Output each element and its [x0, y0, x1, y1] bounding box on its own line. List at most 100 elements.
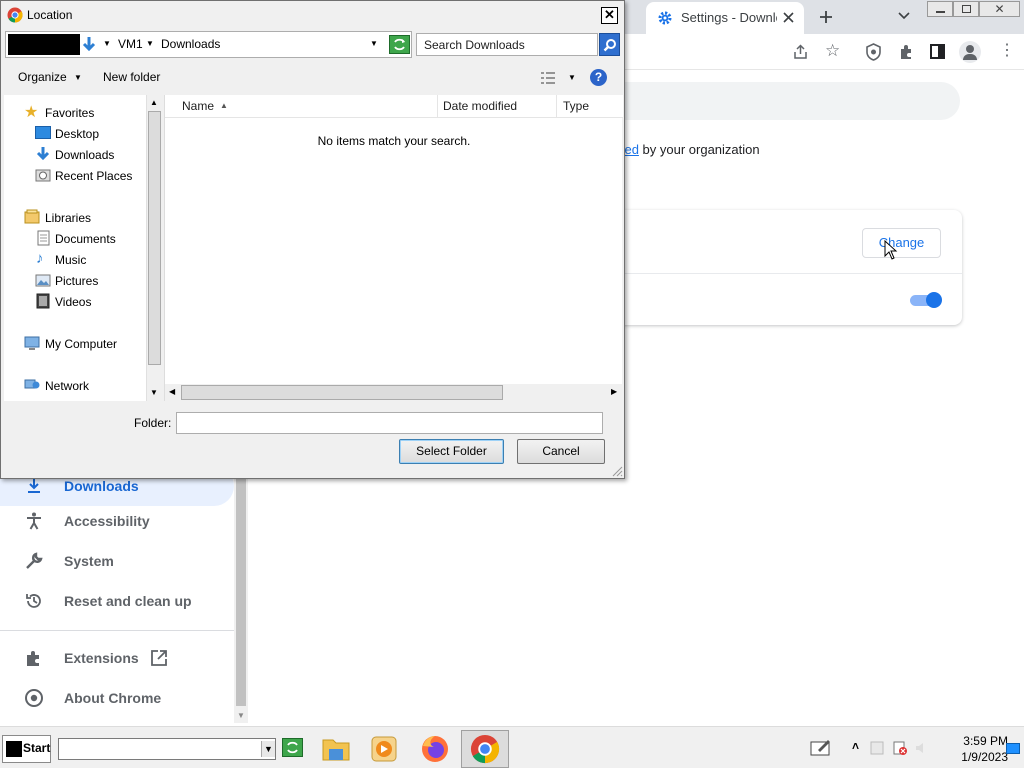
computer-icon	[24, 336, 40, 350]
share-icon[interactable]	[793, 44, 810, 60]
search-icon	[603, 39, 616, 52]
nav-recent-places[interactable]: Recent Places	[55, 169, 132, 183]
pen-tablet-icon[interactable]	[810, 738, 832, 756]
clock-date[interactable]: 1/9/2023	[948, 750, 1008, 764]
horizontal-scrollbar[interactable]: ◀ ▶	[165, 384, 623, 401]
column-name[interactable]: Name	[182, 99, 214, 113]
sidebar-item-system[interactable]: System	[0, 541, 234, 581]
bookmark-star-icon[interactable]: ☆	[825, 41, 840, 61]
tab-close-icon[interactable]	[783, 12, 794, 23]
nav-pictures[interactable]: Pictures	[55, 274, 98, 288]
dropdown-arrow-icon[interactable]: ▼	[261, 741, 275, 757]
scroll-left-icon[interactable]: ◀	[169, 387, 175, 396]
sidebar-scrollbar[interactable]: ▼	[234, 478, 248, 723]
column-type[interactable]: Type	[563, 99, 589, 113]
breadcrumb-chevron-icon[interactable]: ▼	[103, 39, 111, 48]
restore-button[interactable]	[953, 1, 979, 17]
nav-downloads[interactable]: Downloads	[55, 148, 114, 162]
file-explorer-icon[interactable]	[318, 732, 354, 766]
cancel-button[interactable]: Cancel	[517, 439, 605, 464]
nav-videos[interactable]: Videos	[55, 295, 91, 309]
taskbar: Start ▼ ˄ 3:59 PM 1/9/2023	[0, 726, 1024, 768]
scrollbar-thumb[interactable]	[148, 111, 161, 365]
tray-security-icon[interactable]	[892, 740, 908, 756]
settings-search-field[interactable]	[600, 82, 960, 120]
go-refresh-icon[interactable]	[282, 738, 303, 757]
clock-time[interactable]: 3:59 PM	[948, 734, 1008, 748]
nav-desktop[interactable]: Desktop	[55, 127, 99, 141]
column-date-modified[interactable]: Date modified	[443, 99, 517, 113]
show-desktop-icon[interactable]	[1006, 743, 1020, 754]
extensions-puzzle-icon	[27, 651, 39, 666]
nav-documents[interactable]: Documents	[55, 232, 116, 246]
extensions-puzzle-icon[interactable]	[898, 43, 915, 60]
nav-favorites[interactable]: Favorites	[45, 106, 94, 120]
minimize-button[interactable]	[927, 1, 953, 17]
chrome-taskbar-button[interactable]	[461, 730, 509, 768]
window-close-button[interactable]: ✕	[979, 1, 1020, 17]
ask-where-to-save-toggle[interactable]	[910, 292, 942, 308]
star-icon: ★	[24, 104, 39, 121]
nav-music[interactable]: Music	[55, 253, 86, 267]
view-dropdown-icon[interactable]: ▼	[568, 73, 576, 82]
scroll-right-icon[interactable]: ▶	[611, 387, 617, 396]
side-panel-icon[interactable]	[930, 44, 945, 59]
organize-button[interactable]: Organize	[18, 70, 67, 84]
scrollbar-thumb[interactable]	[181, 385, 503, 400]
taskbar-address-input[interactable]: ▼	[58, 738, 276, 760]
search-input[interactable]: Search Downloads	[416, 33, 598, 56]
nav-scrollbar[interactable]: ▲ ▼	[146, 95, 162, 401]
column-separator[interactable]	[437, 95, 438, 118]
new-folder-button[interactable]: New folder	[103, 70, 160, 84]
start-button[interactable]: Start	[2, 735, 51, 763]
wrench-icon	[26, 552, 43, 569]
menu-kebab-icon[interactable]: ⋮	[999, 42, 1015, 60]
new-tab-icon[interactable]	[819, 10, 833, 24]
breadcrumb-chevron-icon[interactable]: ▼	[146, 39, 154, 48]
change-location-button[interactable]: Change	[862, 228, 941, 258]
gear-icon	[658, 11, 672, 25]
refresh-icon	[389, 35, 410, 54]
nav-network[interactable]: Network	[45, 379, 89, 393]
desktop-icon	[35, 126, 51, 139]
help-icon[interactable]: ?	[590, 69, 607, 86]
scrollbar-thumb[interactable]	[236, 478, 246, 706]
empty-message: No items match your search.	[317, 134, 471, 148]
nav-libraries[interactable]: Libraries	[45, 211, 91, 225]
view-details-icon[interactable]	[540, 71, 556, 85]
column-separator[interactable]	[556, 95, 557, 118]
sidebar-item-about-chrome[interactable]: About Chrome	[0, 678, 234, 718]
extension-shield-icon[interactable]	[865, 43, 882, 61]
sidebar-item-reset[interactable]: Reset and clean up	[0, 581, 234, 621]
select-folder-button[interactable]: Select Folder	[399, 439, 504, 464]
sidebar-item-label: System	[64, 553, 114, 569]
sidebar-item-extensions[interactable]: Extensions	[0, 638, 234, 678]
address-dropdown-icon[interactable]: ▼	[370, 39, 378, 48]
pictures-icon	[35, 274, 51, 287]
dialog-close-button[interactable]: ✕	[601, 7, 618, 24]
chrome-logo-icon	[470, 734, 500, 764]
breadcrumb-item[interactable]: Downloads	[161, 37, 220, 51]
address-breadcrumb[interactable]: ▼ VM1 ▼ Downloads ▼	[5, 31, 412, 58]
tray-volume-icon[interactable]	[914, 741, 928, 755]
scroll-up-icon[interactable]: ▲	[150, 98, 158, 107]
refresh-button[interactable]	[389, 35, 410, 54]
profile-avatar-icon[interactable]	[959, 41, 981, 63]
nav-my-computer[interactable]: My Computer	[45, 337, 117, 351]
resize-grip-icon[interactable]	[611, 465, 623, 477]
tab-settings[interactable]: Settings - Downlo	[646, 2, 804, 34]
column-headers: Name ▲ Date modified Type	[165, 95, 623, 118]
mouse-cursor-icon	[884, 240, 898, 260]
tray-expand-icon[interactable]: ˄	[852, 739, 859, 753]
firefox-icon[interactable]	[417, 732, 453, 766]
breadcrumb-item[interactable]: VM1	[118, 37, 143, 51]
scroll-down-icon[interactable]: ▼	[237, 711, 245, 720]
tray-network-icon[interactable]	[870, 741, 884, 755]
tab-search-icon[interactable]	[898, 12, 910, 20]
scroll-down-icon[interactable]: ▼	[150, 388, 158, 397]
media-player-icon[interactable]	[366, 732, 402, 766]
folder-input[interactable]	[176, 412, 603, 434]
sidebar-item-accessibility[interactable]: Accessibility	[0, 501, 234, 541]
search-button[interactable]	[599, 33, 620, 56]
organize-dropdown-icon: ▼	[74, 73, 82, 82]
